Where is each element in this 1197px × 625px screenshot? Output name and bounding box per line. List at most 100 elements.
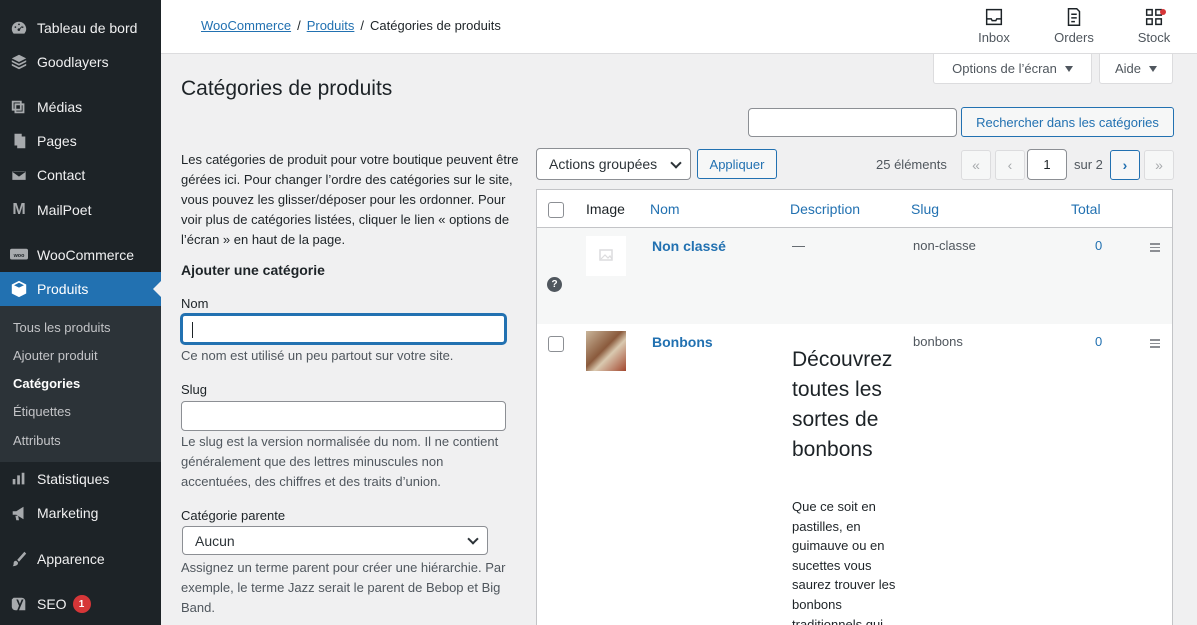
menu-label: Marketing [37,505,99,521]
menu-item-statistiques[interactable]: Statistiques [0,462,161,496]
breadcrumb-separator: / [297,18,301,33]
breadcrumb-separator: / [360,18,365,33]
slug-label: Slug [181,382,208,397]
breadcrumb-woocommerce[interactable]: WooCommerce [201,18,291,33]
select-all-checkbox[interactable] [548,202,564,218]
menu-label: SEO [37,596,67,612]
placeholder-image [586,236,626,276]
category-total-link[interactable]: 0 [1095,334,1102,349]
submenu-attributs[interactable]: Attributs [13,433,61,448]
menu-item-marketing[interactable]: Marketing [0,496,161,530]
chevron-down-icon [467,533,479,545]
screen-options-label: Options de l’écran [952,61,1057,76]
current-page-input[interactable]: 1 [1027,149,1067,180]
menu-item-goodlayers[interactable]: Goodlayers [0,45,161,79]
admin-sidebar: Tableau de bord Goodlayers Médias Pages … [0,0,161,625]
seo-notification-badge: 1 [72,595,91,613]
parent-category-hint: Assignez un terme parent pour créer une … [181,560,506,615]
name-hint: Ce nom est utilisé un peu partout sur vo… [181,348,454,363]
slug-input[interactable] [181,401,506,431]
category-name-link[interactable]: Non classé [652,238,726,254]
col-description[interactable]: Description [790,201,860,217]
menu-label: Pages [37,133,77,149]
menu-label: Produits [37,281,89,297]
menu-item-produits[interactable]: Produits [0,272,161,306]
next-page-button[interactable]: › [1110,150,1140,180]
items-count: 25 éléments [876,157,947,172]
menu-label: Médias [37,99,83,115]
yoast-icon [9,594,29,614]
row-checkbox[interactable] [548,336,564,352]
category-name-link[interactable]: Bonbons [652,334,713,350]
breadcrumb-current: Catégories de produits [370,18,501,33]
search-categories-button[interactable]: Rechercher dans les catégories [961,107,1174,137]
text-caret [192,322,193,338]
slug-hint: Le slug est la version normalisée du nom… [181,434,499,489]
dashboard-icon [9,18,29,38]
add-category-heading: Ajouter une catégorie [181,262,325,278]
menu-label: Tableau de bord [37,20,138,36]
menu-item-contact[interactable]: Contact [0,158,161,192]
breadcrumb-produits[interactable]: Produits [307,18,355,33]
category-slug: bonbons [913,334,963,349]
menu-label: Contact [37,167,86,183]
bonbons-thumbnail [586,331,626,371]
menu-label: WooCommerce [37,247,134,263]
menu-item-dashboard[interactable]: Tableau de bord [0,11,161,45]
menu-item-medias[interactable]: Médias [0,90,161,124]
caret-down-icon [1064,65,1073,72]
parent-category-select[interactable]: Aucun [182,526,488,555]
col-total[interactable]: Total [1071,201,1101,217]
col-slug[interactable]: Slug [911,201,939,217]
caret-down-icon [1149,65,1158,72]
table-row: ? Non classé — non-classe 0 [537,228,1172,324]
category-search-input[interactable] [748,108,957,137]
col-name[interactable]: Nom [650,201,680,217]
menu-item-pages[interactable]: Pages [0,124,161,158]
help-label: Aide [1114,61,1142,76]
menu-label: Apparence [37,551,105,567]
menu-item-apparence[interactable]: Apparence [0,542,161,576]
prev-page-button[interactable]: ‹ [995,150,1025,180]
category-description-body: Que ce soit en pastilles, en guimauve ou… [792,499,896,625]
inbox-icon [985,8,1003,26]
category-total-link[interactable]: 0 [1095,238,1102,253]
categories-table: Image Nom Description Slug Total ? Non c… [536,189,1173,625]
drag-handle-icon[interactable] [1150,243,1160,254]
layers-icon [9,52,29,72]
category-description: — [792,238,805,253]
submenu-ajouter-produit[interactable]: Ajouter produit [13,348,98,363]
menu-item-woocommerce[interactable]: woo WooCommerce [0,238,161,272]
mailpoet-icon: M [12,201,26,218]
intro-text: Les catégories de produit pour votre bou… [181,152,519,247]
menu-item-seo[interactable]: SEO 1 [0,587,161,621]
orders-icon [1067,8,1081,26]
submenu-etiquettes[interactable]: Étiquettes [13,404,71,419]
stock-button[interactable]: Stock [1124,6,1184,45]
bar-chart-icon [9,469,29,489]
menu-label: MailPoet [37,202,92,218]
name-label: Nom [181,296,209,311]
submenu-categories[interactable]: Catégories [13,376,80,391]
menu-item-mailpoet[interactable]: M MailPoet [0,193,161,227]
help-question-icon: ? [547,277,562,292]
help-button[interactable]: Aide [1099,54,1173,84]
menu-label: Goodlayers [37,54,109,70]
drag-handle-icon[interactable] [1150,339,1160,350]
orders-button[interactable]: Orders [1044,6,1104,45]
page-title: Catégories de produits [181,77,393,100]
apply-button[interactable]: Appliquer [697,149,777,179]
bulk-actions-select[interactable]: Actions groupées [536,148,691,180]
chevron-down-icon [670,157,682,169]
screen-options-button[interactable]: Options de l’écran [933,54,1092,84]
col-image: Image [586,201,625,217]
submenu-tous-les-produits[interactable]: Tous les produits [13,320,111,335]
svg-text:woo: woo [13,253,25,259]
woo-icon: woo [9,245,29,265]
first-page-button[interactable]: « [961,150,991,180]
product-box-icon [9,279,29,299]
inbox-button[interactable]: Inbox [964,6,1024,45]
last-page-button[interactable]: » [1144,150,1174,180]
media-icon [9,97,29,117]
name-input[interactable] [181,314,506,344]
